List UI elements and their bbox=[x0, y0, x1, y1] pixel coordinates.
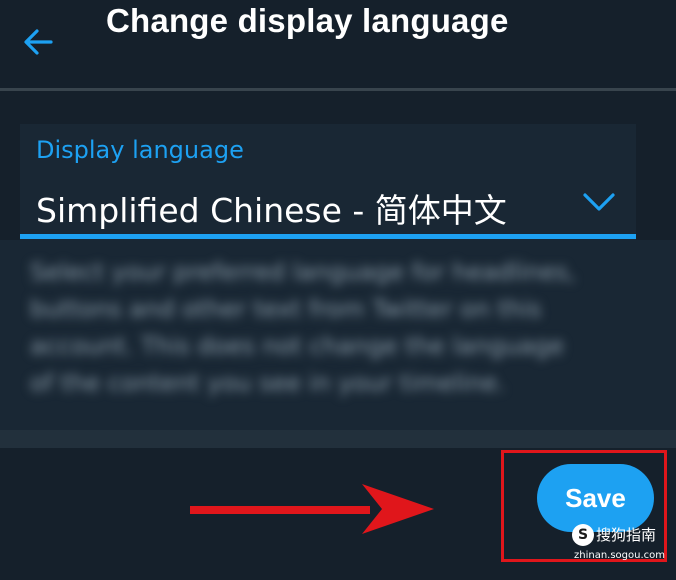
top-bar: Change display language bbox=[0, 0, 676, 90]
arrow-left-icon bbox=[24, 29, 53, 55]
display-language-select[interactable]: Display language Simplified Chinese - 简体… bbox=[20, 124, 636, 240]
chevron-down-icon[interactable] bbox=[582, 190, 616, 214]
back-button[interactable] bbox=[16, 22, 60, 62]
field-underline bbox=[20, 234, 636, 239]
page-title: Change display language bbox=[106, 2, 509, 39]
sogou-logo-icon: S bbox=[572, 524, 594, 546]
watermark-url: zhinan.sogou.com bbox=[574, 550, 666, 561]
help-text: Select your preferred language for headl… bbox=[30, 258, 576, 397]
section-divider bbox=[0, 430, 676, 448]
arrow-right-icon bbox=[190, 484, 434, 534]
watermark-name: 搜狗指南 bbox=[596, 526, 657, 544]
help-section: Select your preferred language for headl… bbox=[0, 240, 676, 430]
field-label: Display language bbox=[36, 136, 244, 164]
selected-language: Simplified Chinese - 简体中文 bbox=[36, 191, 507, 230]
header-divider bbox=[0, 88, 676, 91]
watermark: S 搜狗指南 zhinan.sogou.com bbox=[572, 522, 672, 572]
